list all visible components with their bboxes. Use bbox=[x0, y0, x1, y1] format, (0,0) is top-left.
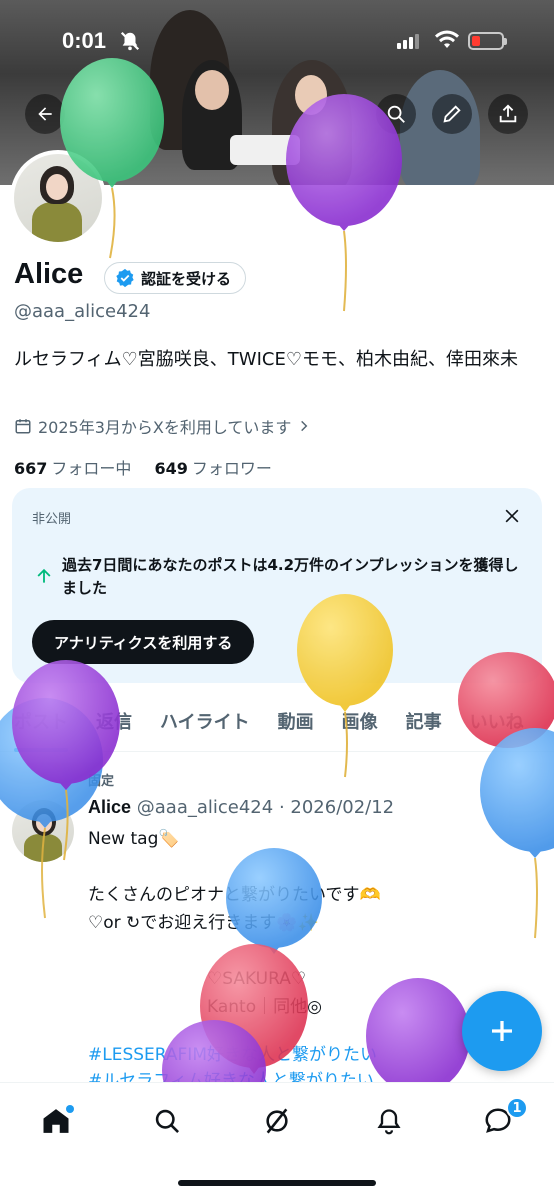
nav-home[interactable] bbox=[36, 1101, 76, 1141]
calendar-icon bbox=[15, 419, 31, 434]
tab-videos[interactable]: 動画 bbox=[264, 700, 328, 751]
banner-face bbox=[295, 75, 327, 115]
compose-button[interactable] bbox=[462, 991, 542, 1071]
banner-shirt bbox=[230, 135, 300, 165]
get-verified-button[interactable]: 認証を受ける bbox=[104, 262, 247, 294]
signal-icon bbox=[397, 34, 419, 49]
following-label: フォロー中 bbox=[51, 459, 132, 478]
post-header: Alice @aaa_alice424 · 2026/02/12 bbox=[88, 797, 394, 818]
tab-media[interactable]: 画像 bbox=[328, 700, 392, 751]
profile-tabs: ポスト 返信 ハイライト 動画 画像 記事 いいね bbox=[0, 700, 554, 752]
search-button[interactable] bbox=[376, 94, 416, 134]
tab-posts[interactable]: ポスト bbox=[0, 700, 82, 752]
following-count: 667 bbox=[14, 459, 48, 478]
tab-likes[interactable]: いいね bbox=[456, 700, 538, 751]
search-icon bbox=[387, 105, 405, 123]
post-text: New tag🏷️ たくさんのピオナと繋がりたいです🫶 ♡or ↻でお迎え行きま… bbox=[88, 829, 381, 1017]
verified-badge-icon bbox=[116, 268, 134, 288]
home-new-dot bbox=[66, 1105, 74, 1113]
bell-icon bbox=[377, 1109, 401, 1135]
share-button[interactable] bbox=[488, 94, 528, 134]
messages-badge: 1 bbox=[506, 1097, 528, 1119]
status-bar: 0:01 bbox=[0, 0, 554, 80]
verify-label: 認証を受ける bbox=[141, 269, 232, 288]
profile-avatar[interactable] bbox=[10, 150, 106, 246]
arrow-left-icon bbox=[38, 107, 52, 121]
profile-bio: ルセラフィム♡宮脇咲良、TWICE♡モモ、柏木由紀、倖田來未 bbox=[14, 349, 518, 370]
trend-up-icon bbox=[34, 566, 54, 590]
pinned-label: 固定 bbox=[88, 774, 115, 789]
followers-count: 649 bbox=[154, 459, 188, 478]
followers-label: フォロワー bbox=[191, 459, 272, 478]
analytics-card: 非公開 過去7日間にあなたのポストは4.2万件のインプレッションを獲得しました … bbox=[12, 488, 542, 683]
profile-handle: @aaa_alice424 bbox=[14, 301, 151, 322]
search-icon bbox=[155, 1109, 179, 1133]
tab-replies[interactable]: 返信 bbox=[82, 700, 146, 751]
bell-off-icon bbox=[119, 30, 141, 56]
chevron-right-icon bbox=[301, 420, 308, 432]
nav-search[interactable] bbox=[147, 1101, 187, 1141]
wifi-icon bbox=[434, 30, 460, 54]
post-avatar[interactable] bbox=[12, 800, 74, 862]
avatar bbox=[14, 154, 102, 242]
share-icon bbox=[499, 104, 517, 123]
private-label: 非公開 bbox=[32, 512, 72, 527]
following-link[interactable]: 667 フォロー中 bbox=[14, 459, 131, 478]
follow-stats: 667 フォロー中 649 フォロワー bbox=[14, 455, 272, 479]
grok-icon bbox=[266, 1108, 288, 1134]
back-button[interactable] bbox=[25, 94, 65, 134]
nav-messages[interactable]: 1 bbox=[478, 1097, 528, 1141]
nav-grok[interactable] bbox=[257, 1101, 297, 1141]
post-handle-date: @aaa_alice424 · 2026/02/12 bbox=[136, 797, 395, 818]
pencil-icon bbox=[443, 105, 461, 123]
tab-articles[interactable]: 記事 bbox=[392, 700, 456, 751]
tab-highlights[interactable]: ハイライト bbox=[146, 700, 264, 751]
status-time: 0:01 bbox=[62, 28, 107, 53]
followers-link[interactable]: 649 フォロワー bbox=[155, 459, 272, 478]
profile-name: Alice bbox=[14, 258, 84, 290]
edit-button[interactable] bbox=[432, 94, 472, 134]
analytics-button[interactable]: アナリティクスを利用する bbox=[32, 620, 255, 664]
post-author[interactable]: Alice bbox=[88, 797, 131, 817]
plus-icon bbox=[492, 1021, 512, 1041]
impressions-message: 過去7日間にあなたのポストは4.2万件のインプレッションを獲得しました bbox=[62, 556, 519, 597]
close-icon[interactable] bbox=[502, 506, 522, 530]
home-indicator bbox=[178, 1180, 376, 1186]
joined-text: 2025年3月からXを利用しています bbox=[38, 418, 292, 437]
joined-date[interactable]: 2025年3月からXを利用しています bbox=[14, 414, 311, 438]
battery-icon bbox=[468, 32, 507, 50]
nav-notifications[interactable] bbox=[369, 1101, 409, 1141]
